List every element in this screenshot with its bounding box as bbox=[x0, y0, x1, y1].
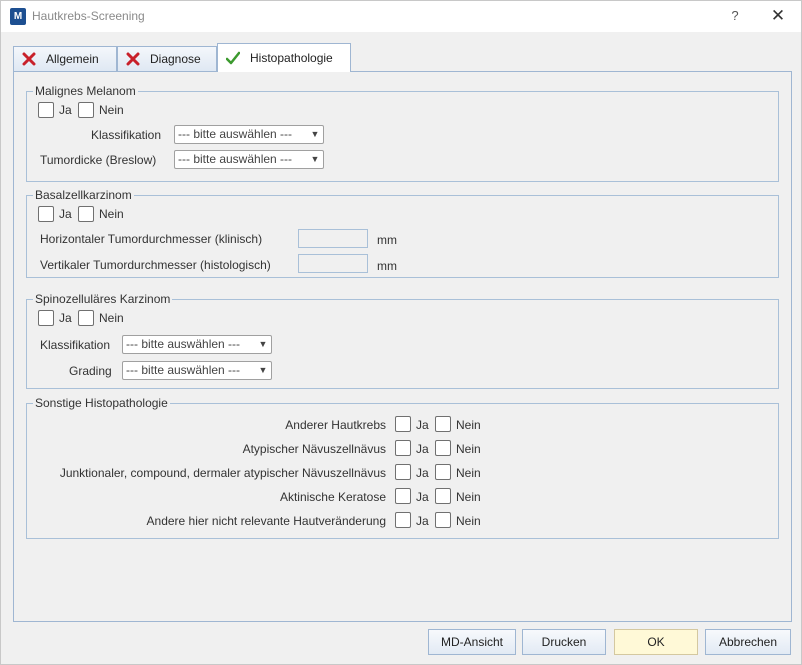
ja-label: Ja bbox=[416, 514, 429, 528]
spino-ja-checkbox[interactable] bbox=[38, 310, 54, 326]
nein-label: Nein bbox=[456, 514, 481, 528]
ja-label: Ja bbox=[59, 207, 72, 221]
histopathologie-panel: Malignes Melanom Ja Nein Klassifikation … bbox=[13, 71, 792, 622]
anderer-hautkrebs-ja-checkbox[interactable] bbox=[395, 416, 411, 432]
junktionaler-nein-checkbox[interactable] bbox=[435, 464, 451, 480]
tab-label: Diagnose bbox=[150, 52, 201, 66]
unit-label: mm bbox=[377, 233, 397, 247]
app-logo-icon: M bbox=[10, 8, 26, 25]
select-value: --- bitte auswählen --- bbox=[126, 363, 241, 377]
tab-label: Allgemein bbox=[46, 52, 99, 66]
melanom-klassifikation-select[interactable]: --- bitte auswählen --- ▼ bbox=[174, 125, 324, 144]
chevron-down-icon: ▼ bbox=[258, 365, 268, 375]
naevus-nein-checkbox[interactable] bbox=[435, 440, 451, 456]
tab-allgemein[interactable]: Allgemein bbox=[13, 46, 117, 71]
melanom-nein-checkbox[interactable] bbox=[78, 102, 94, 118]
naevus-ja-checkbox[interactable] bbox=[395, 440, 411, 456]
keratose-nein-checkbox[interactable] bbox=[435, 488, 451, 504]
vertikal-input[interactable] bbox=[298, 254, 368, 273]
spino-group: Spinozelluläres Karzinom Ja Nein Klassif… bbox=[26, 292, 779, 389]
window-title: Hautkrebs-Screening bbox=[32, 9, 145, 23]
andere-ja-checkbox[interactable] bbox=[395, 512, 411, 528]
help-button[interactable]: ? bbox=[723, 5, 747, 27]
group-legend: Malignes Melanom bbox=[33, 84, 138, 98]
nein-label: Nein bbox=[99, 311, 124, 325]
klassifikation-label: Klassifikation bbox=[91, 128, 162, 142]
row-label: Junktionaler, compound, dermaler atypisc… bbox=[59, 466, 386, 480]
basal-nein-checkbox[interactable] bbox=[78, 206, 94, 222]
md-ansicht-button[interactable]: MD-Ansicht bbox=[428, 629, 516, 655]
group-legend: Basalzellkarzinom bbox=[33, 188, 134, 202]
nein-label: Nein bbox=[456, 490, 481, 504]
unit-label: mm bbox=[377, 259, 397, 273]
klassifikation-label: Klassifikation bbox=[40, 338, 111, 352]
red-x-icon bbox=[126, 52, 140, 66]
tumordicke-select[interactable]: --- bitte auswählen --- ▼ bbox=[174, 150, 324, 169]
chevron-down-icon: ▼ bbox=[310, 154, 320, 164]
select-value: --- bitte auswählen --- bbox=[178, 127, 293, 141]
green-check-icon bbox=[225, 51, 241, 65]
ja-label: Ja bbox=[59, 311, 72, 325]
melanom-ja-checkbox[interactable] bbox=[38, 102, 54, 118]
drucken-button[interactable]: Drucken bbox=[522, 629, 606, 655]
tab-label: Histopathologie bbox=[250, 51, 333, 65]
horizontal-input[interactable] bbox=[298, 229, 368, 248]
sonstige-group: Sonstige Histopathologie Anderer Hautkre… bbox=[26, 396, 779, 539]
ja-label: Ja bbox=[416, 442, 429, 456]
ja-label: Ja bbox=[416, 490, 429, 504]
basal-ja-checkbox[interactable] bbox=[38, 206, 54, 222]
junktionaler-ja-checkbox[interactable] bbox=[395, 464, 411, 480]
chevron-down-icon: ▼ bbox=[310, 129, 320, 139]
tumordicke-label: Tumordicke (Breslow) bbox=[40, 153, 157, 167]
row-label: Atypischer Nävuszellnävus bbox=[242, 442, 386, 456]
ja-label: Ja bbox=[416, 418, 429, 432]
title-bar: M Hautkrebs-Screening ? ✕ bbox=[1, 1, 801, 32]
ja-label: Ja bbox=[416, 466, 429, 480]
andere-nein-checkbox[interactable] bbox=[435, 512, 451, 528]
select-value: --- bitte auswählen --- bbox=[178, 152, 293, 166]
horizontal-label: Horizontaler Tumordurchmesser (klinisch) bbox=[40, 232, 263, 246]
row-label: Andere hier nicht relevante Hautveränder… bbox=[146, 514, 386, 528]
melanom-group: Malignes Melanom Ja Nein Klassifikation … bbox=[26, 84, 779, 182]
ok-button[interactable]: OK bbox=[614, 629, 698, 655]
abbrechen-button[interactable]: Abbrechen bbox=[705, 629, 791, 655]
row-label: Aktinische Keratose bbox=[279, 490, 386, 504]
tab-diagnose[interactable]: Diagnose bbox=[117, 46, 217, 71]
red-x-icon bbox=[22, 52, 36, 66]
anderer-hautkrebs-nein-checkbox[interactable] bbox=[435, 416, 451, 432]
close-button[interactable]: ✕ bbox=[765, 5, 791, 27]
spino-klassifikation-select[interactable]: --- bitte auswählen --- ▼ bbox=[122, 335, 272, 354]
row-label: Anderer Hautkrebs bbox=[285, 418, 386, 432]
ja-label: Ja bbox=[59, 103, 72, 117]
nein-label: Nein bbox=[99, 207, 124, 221]
nein-label: Nein bbox=[99, 103, 124, 117]
basal-group: Basalzellkarzinom Ja Nein Horizontaler T… bbox=[26, 188, 779, 278]
nein-label: Nein bbox=[456, 442, 481, 456]
keratose-ja-checkbox[interactable] bbox=[395, 488, 411, 504]
dialog-window: M Hautkrebs-Screening ? ✕ Allgemein Diag… bbox=[0, 0, 802, 665]
select-value: --- bitte auswählen --- bbox=[126, 337, 241, 351]
group-legend: Spinozelluläres Karzinom bbox=[33, 292, 173, 306]
spino-nein-checkbox[interactable] bbox=[78, 310, 94, 326]
tab-histopathologie[interactable]: Histopathologie bbox=[217, 43, 351, 72]
nein-label: Nein bbox=[456, 418, 481, 432]
grading-select[interactable]: --- bitte auswählen --- ▼ bbox=[122, 361, 272, 380]
vertikal-label: Vertikaler Tumordurchmesser (histologisc… bbox=[40, 258, 271, 272]
nein-label: Nein bbox=[456, 466, 481, 480]
chevron-down-icon: ▼ bbox=[258, 339, 268, 349]
group-legend: Sonstige Histopathologie bbox=[33, 396, 170, 410]
grading-label: Grading bbox=[69, 364, 112, 378]
